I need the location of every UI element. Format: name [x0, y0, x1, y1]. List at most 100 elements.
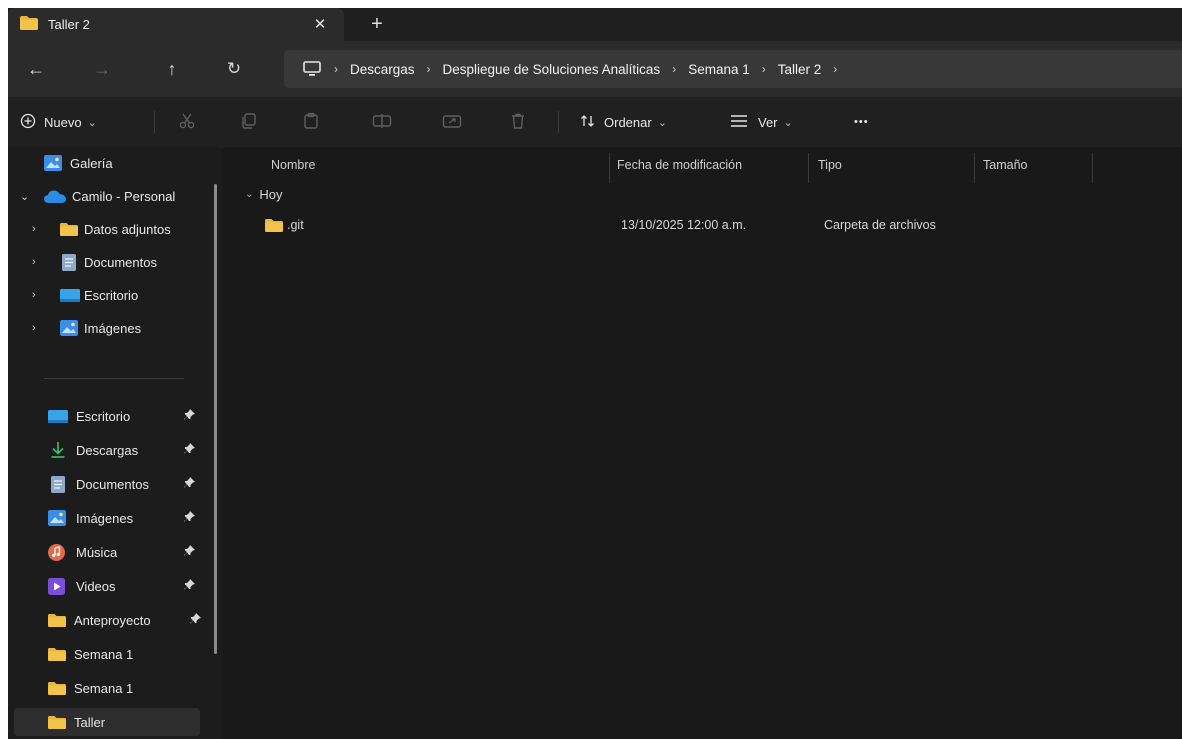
- sidebar-scrollbar[interactable]: [214, 184, 217, 654]
- breadcrumb[interactable]: › Descargas › Despliegue de Soluciones A…: [284, 50, 1182, 88]
- group-label: Hoy: [259, 187, 283, 202]
- copy-button[interactable]: [240, 107, 258, 137]
- view-button[interactable]: Ver ⌄: [730, 107, 793, 137]
- rename-button[interactable]: [372, 107, 392, 137]
- chevron-down-icon[interactable]: ⌄: [20, 190, 29, 203]
- breadcrumb-separator[interactable]: ›: [762, 62, 766, 76]
- folder-icon: [48, 682, 66, 698]
- quick-access-videos[interactable]: Videos: [8, 572, 208, 600]
- chevron-down-icon[interactable]: ⌄: [245, 189, 253, 200]
- clipboard-icon: [302, 112, 320, 133]
- command-bar: Nuevo ⌄ Ordenar ⌄ Ver ⌄ •••: [8, 97, 1182, 148]
- sidebar-item-label: Documentos: [84, 254, 157, 270]
- sidebar-item-datos-adjuntos[interactable]: › Datos adjuntos: [8, 215, 208, 243]
- sidebar-item-label: Documentos: [76, 476, 149, 492]
- pin-icon: [190, 613, 201, 627]
- breadcrumb-separator[interactable]: ›: [833, 62, 837, 76]
- column-header-type[interactable]: Tipo: [818, 147, 842, 183]
- column-header-name[interactable]: Nombre: [271, 147, 315, 183]
- sidebar-item-imagenes[interactable]: › Imágenes: [8, 314, 208, 342]
- chevron-down-icon: ⌄: [657, 116, 667, 129]
- sort-label: Ordenar: [604, 114, 652, 130]
- column-separator[interactable]: [609, 153, 610, 183]
- sidebar-item-label: Taller: [74, 714, 106, 730]
- tab-taller-2[interactable]: Taller 2 ✕: [8, 8, 344, 41]
- back-button[interactable]: ←: [22, 55, 50, 83]
- column-separator[interactable]: [1092, 153, 1093, 183]
- monitor-icon[interactable]: [302, 59, 322, 79]
- quick-access-musica[interactable]: Música: [8, 538, 208, 566]
- toolbar-divider: [558, 111, 559, 133]
- navigation-pane: Galería ⌄ Camilo - Personal › Datos adju…: [8, 147, 222, 739]
- sidebar-item-label: Imágenes: [76, 510, 134, 526]
- breadcrumb-despliegue[interactable]: Despliegue de Soluciones Analíticas: [443, 62, 661, 77]
- share-button[interactable]: [442, 107, 462, 137]
- music-icon: [48, 544, 65, 564]
- chevron-right-icon[interactable]: ›: [32, 289, 36, 301]
- sidebar-item-label: Música: [76, 544, 118, 560]
- quick-access-descargas[interactable]: Descargas: [8, 436, 208, 464]
- sidebar-item-label: Escritorio: [84, 287, 139, 303]
- pin-icon: [184, 511, 195, 525]
- breadcrumb-semana-1[interactable]: Semana 1: [688, 62, 750, 77]
- breadcrumb-separator[interactable]: ›: [672, 62, 676, 76]
- desktop-icon: [48, 410, 68, 426]
- breadcrumb-descargas[interactable]: Descargas: [350, 62, 415, 77]
- file-name: .git: [287, 218, 304, 232]
- quick-access-taller[interactable]: Taller: [14, 708, 200, 736]
- up-button[interactable]: ↑: [158, 55, 186, 83]
- documents-icon: [62, 254, 76, 274]
- table-row[interactable]: .git 13/10/2025 12:00 a.m. Carpeta de ar…: [223, 211, 1182, 239]
- column-separator[interactable]: [974, 153, 975, 183]
- sort-button[interactable]: Ordenar ⌄: [580, 107, 667, 137]
- chevron-right-icon[interactable]: ›: [32, 256, 36, 268]
- sidebar-item-escritorio[interactable]: › Escritorio: [8, 281, 208, 309]
- breadcrumb-separator[interactable]: ›: [334, 62, 338, 76]
- quick-access-imagenes[interactable]: Imágenes: [8, 504, 208, 532]
- file-name-cell[interactable]: .git: [265, 211, 304, 239]
- quick-access-documentos[interactable]: Documentos: [8, 470, 208, 498]
- share-icon: [442, 112, 462, 133]
- pin-icon: [184, 545, 195, 559]
- more-options-button[interactable]: •••: [854, 107, 869, 137]
- sidebar-item-label: Camilo - Personal: [72, 188, 176, 204]
- sidebar-divider: [44, 378, 184, 379]
- delete-button[interactable]: [510, 107, 526, 137]
- desktop-icon: [60, 289, 80, 305]
- view-label: Ver: [758, 114, 778, 130]
- quick-access-semana-1[interactable]: Semana 1: [8, 640, 208, 668]
- tab-strip: Taller 2 ✕ +: [8, 8, 1182, 41]
- column-header-size[interactable]: Tamaño: [983, 147, 1027, 183]
- new-tab-button[interactable]: +: [364, 12, 390, 36]
- folder-icon: [20, 16, 38, 33]
- documents-icon: [51, 476, 65, 496]
- chevron-right-icon[interactable]: ›: [32, 322, 36, 334]
- column-header-modified[interactable]: Fecha de modificación: [617, 147, 742, 183]
- file-modified-cell: 13/10/2025 12:00 a.m.: [621, 218, 747, 232]
- forward-button[interactable]: →: [88, 55, 116, 83]
- column-separator[interactable]: [808, 153, 809, 183]
- scissors-icon: [178, 112, 196, 133]
- chevron-down-icon: ⌄: [783, 116, 793, 129]
- sidebar-item-documentos[interactable]: › Documentos: [8, 248, 208, 276]
- breadcrumb-taller-2[interactable]: Taller 2: [778, 62, 822, 77]
- paste-button[interactable]: [302, 107, 320, 137]
- view-lines-icon: [730, 114, 748, 131]
- videos-icon: [48, 578, 65, 598]
- sidebar-item-camilo-personal[interactable]: ⌄ Camilo - Personal: [8, 182, 208, 210]
- sidebar-item-label: Videos: [76, 578, 116, 594]
- breadcrumb-separator[interactable]: ›: [427, 62, 431, 76]
- quick-access-escritorio[interactable]: Escritorio: [8, 402, 208, 430]
- refresh-button[interactable]: ↻: [220, 55, 248, 83]
- close-tab-icon[interactable]: ✕: [308, 12, 332, 36]
- quick-access-anteproyecto[interactable]: Anteproyecto: [8, 606, 208, 634]
- cut-button[interactable]: [178, 107, 196, 137]
- quick-access-semana-1-b[interactable]: Semana 1: [8, 674, 208, 702]
- toolbar-divider: [154, 111, 155, 133]
- new-button[interactable]: Nuevo ⌄: [20, 107, 97, 137]
- pictures-icon: [60, 320, 78, 339]
- group-header-hoy[interactable]: ⌄ Hoy: [245, 187, 283, 202]
- chevron-right-icon[interactable]: ›: [32, 223, 36, 235]
- file-type-cell: Carpeta de archivos: [824, 218, 936, 232]
- sidebar-item-galeria[interactable]: Galería: [8, 149, 208, 177]
